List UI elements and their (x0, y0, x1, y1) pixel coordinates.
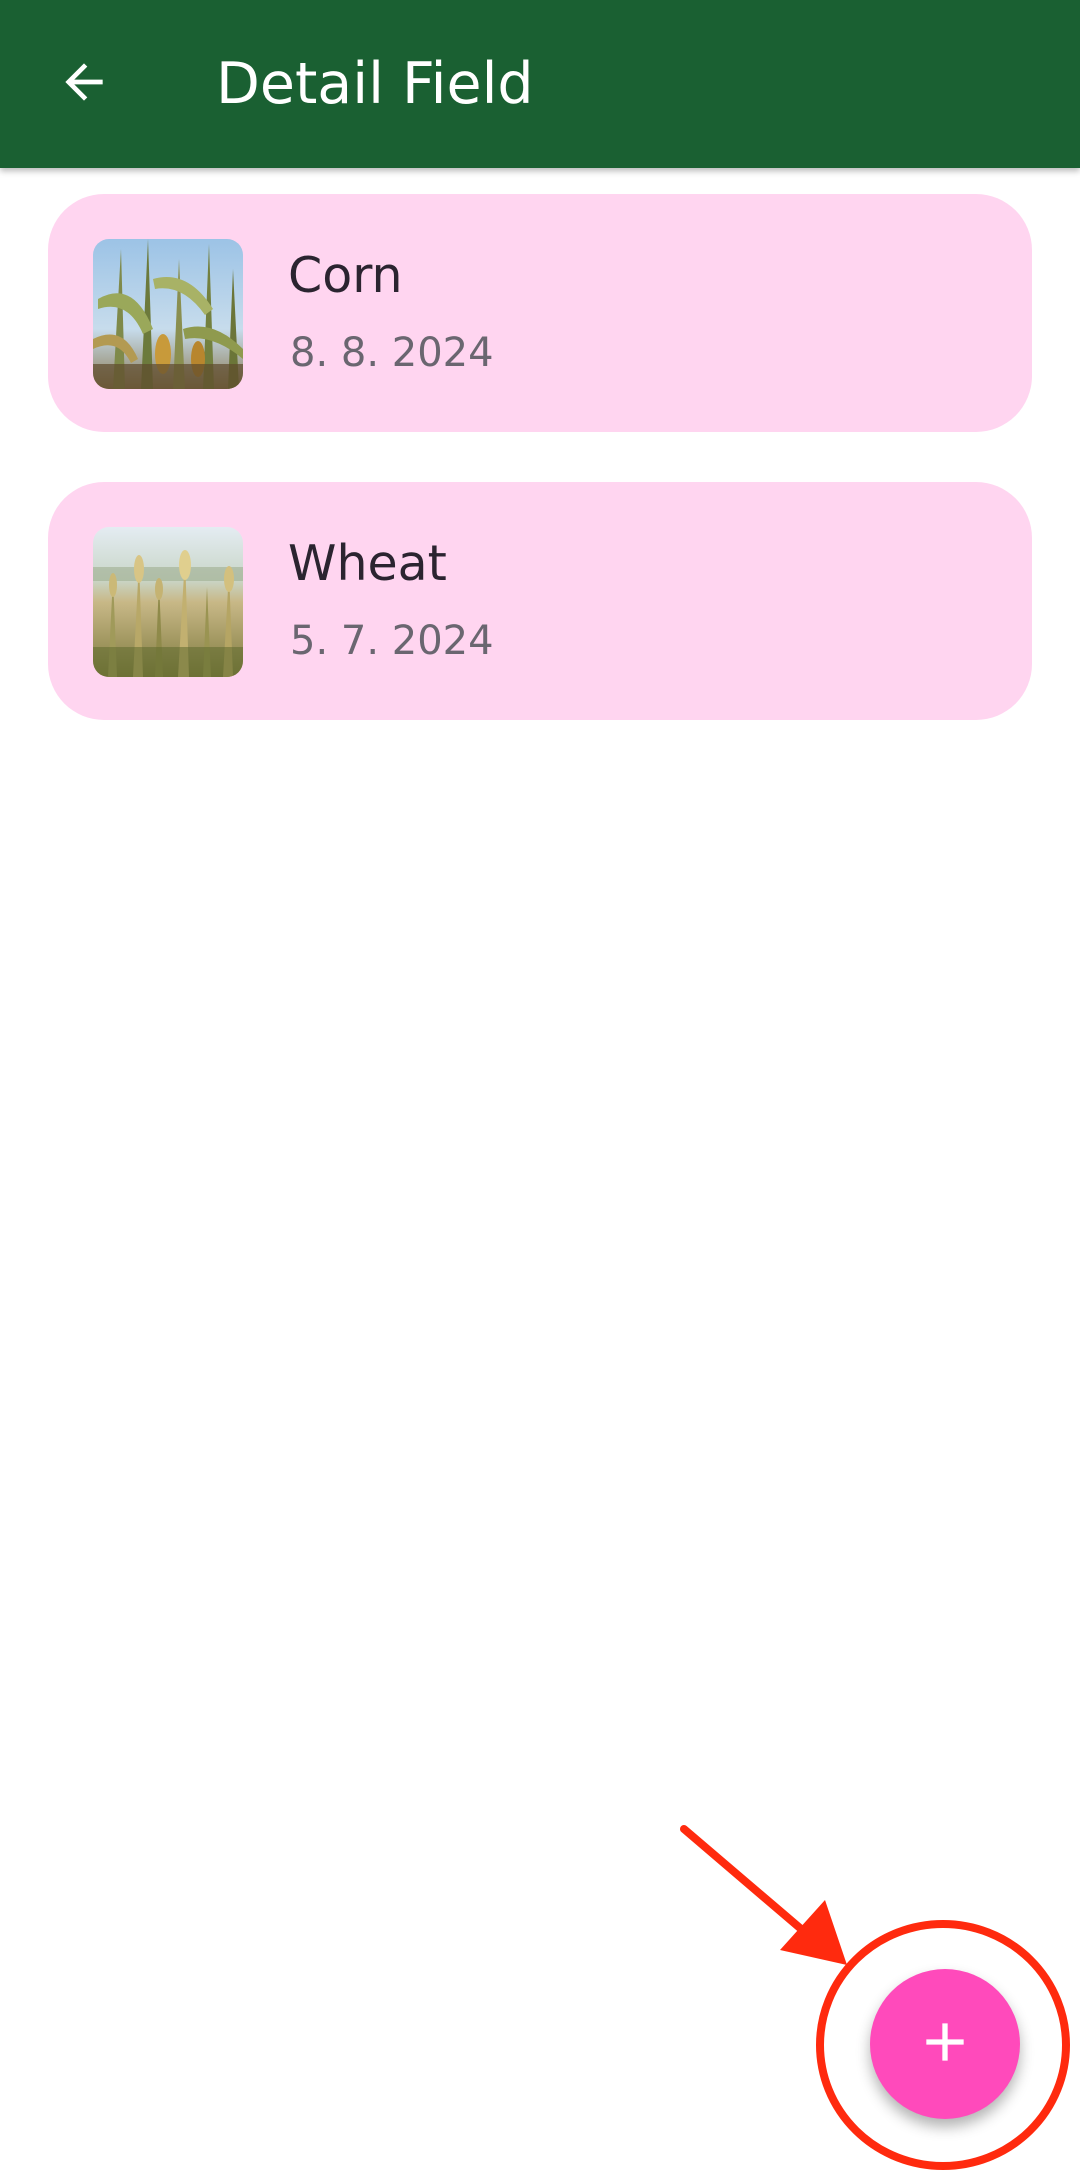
field-list: Corn 8. 8. 2024 Wheat 5. 7. 2024 (48, 194, 1032, 770)
field-name: Wheat (288, 535, 447, 592)
pointer-arrow-shaft (680, 1825, 818, 1944)
field-name: Corn (288, 247, 403, 304)
plus-icon (913, 2010, 977, 2078)
field-date: 8. 8. 2024 (290, 330, 494, 376)
pointer-arrow-head (780, 1900, 847, 1965)
page-title: Detail Field (216, 51, 534, 117)
arrow-back-icon (56, 54, 112, 114)
wheat-photo (93, 527, 243, 677)
back-button[interactable] (44, 44, 124, 124)
corn-thumbnail (93, 239, 243, 389)
add-field-button[interactable] (870, 1969, 1020, 2119)
list-item-corn[interactable]: Corn 8. 8. 2024 (48, 194, 1032, 432)
list-item-wheat[interactable]: Wheat 5. 7. 2024 (48, 482, 1032, 720)
wheat-thumbnail (93, 527, 243, 677)
app-bar: Detail Field (0, 0, 1080, 168)
corn-photo (93, 239, 243, 389)
field-date: 5. 7. 2024 (290, 618, 494, 664)
